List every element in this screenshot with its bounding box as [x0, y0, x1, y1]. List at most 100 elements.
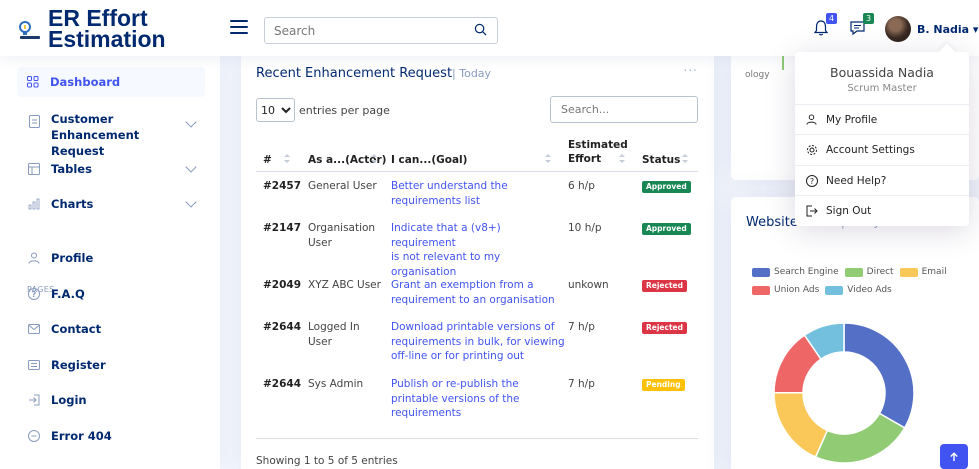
- profile-role: Scrum Master: [847, 83, 917, 94]
- column-header-goal[interactable]: I can...(Goal): [391, 153, 467, 167]
- goal-line: requirements: [391, 407, 462, 419]
- request-id: #2457: [263, 180, 302, 192]
- sort-icon[interactable]: [619, 154, 625, 164]
- sort-icon[interactable]: [545, 154, 551, 164]
- svg-text:?: ?: [809, 177, 813, 186]
- request-id: #2049: [263, 279, 302, 291]
- card-list-icon: [27, 358, 41, 372]
- partial-label: ology: [745, 70, 770, 80]
- sidebar-item-login[interactable]: Login: [27, 393, 205, 407]
- logo[interactable]: ER Effort Estimation: [16, 7, 166, 52]
- dropdown-item-label: Account Settings: [826, 143, 915, 156]
- goal-line: Better understand the: [391, 180, 508, 192]
- sort-icon[interactable]: [284, 154, 290, 164]
- status-badge: Pending: [642, 379, 685, 391]
- sidebar-item-tables[interactable]: Tables: [27, 161, 205, 176]
- search-icon[interactable]: [474, 23, 487, 36]
- donut-slice-direct[interactable]: [814, 412, 906, 464]
- actor-line: Sys Admin: [308, 378, 364, 390]
- need-help-link[interactable]: ? Need Help?: [805, 174, 965, 187]
- goal-line: Grant an exemption from a: [391, 279, 534, 291]
- website-traffic-card: Website Traffic| Today Search EngineDire…: [731, 197, 979, 469]
- request-actor: Organisation User: [308, 221, 383, 250]
- sidebar-item-error-404[interactable]: Error 404: [27, 429, 205, 443]
- sidebar-item-contact[interactable]: Contact: [27, 322, 205, 336]
- request-goal-link[interactable]: Better understand the requirements list: [391, 179, 566, 208]
- sidebar-item-profile[interactable]: Profile: [27, 251, 205, 265]
- sidebar-item-charts[interactable]: Charts: [27, 196, 205, 211]
- dash-circle-icon: [27, 429, 41, 443]
- donut-slice-search-engine[interactable]: [843, 322, 915, 429]
- notifications-bell-icon[interactable]: 4: [812, 13, 837, 37]
- sidebar-item-faq[interactable]: ? F.A.Q: [27, 287, 205, 301]
- app-title-line2: Estimation: [48, 26, 166, 52]
- sidebar-item-label: Dashboard: [50, 75, 121, 89]
- header: ER Effort Estimation 4 3 B. Nadia ▾: [0, 0, 979, 56]
- goal-line: printable versions of the: [391, 392, 520, 405]
- search-input[interactable]: [265, 18, 465, 43]
- status-badge: Approved: [642, 181, 691, 193]
- request-effort: 6 h/p: [568, 180, 595, 192]
- svg-text:?: ?: [32, 290, 37, 299]
- sidebar-item-label: Charts: [51, 197, 94, 211]
- table-search-input[interactable]: [550, 96, 698, 123]
- person-icon: [27, 251, 41, 265]
- account-settings-link[interactable]: Account Settings: [805, 143, 965, 156]
- app-title: ER Effort Estimation: [48, 7, 166, 52]
- messages-chat-icon[interactable]: 3: [849, 13, 874, 37]
- user-menu-toggle[interactable]: B. Nadia ▾: [917, 23, 978, 36]
- request-effort: 7 h/p: [568, 321, 595, 333]
- legend-label: Union Ads: [774, 285, 820, 295]
- sidebar-item-customer-enhancement-request[interactable]: Customer Enhancement Request: [27, 111, 205, 159]
- dropdown-divider: [795, 195, 969, 196]
- donut-slice-email[interactable]: [773, 391, 829, 458]
- actor-line: User: [308, 236, 332, 249]
- sidebar-item-register[interactable]: Register: [27, 358, 205, 372]
- legend-item[interactable]: Direct: [844, 265, 894, 280]
- goal-line: requirement to an organisation: [391, 293, 555, 306]
- box-arrow-in-right-icon: [27, 393, 41, 407]
- goal-line: Indicate that a (v8+) requirement: [391, 222, 501, 249]
- column-header-status[interactable]: Status: [642, 153, 680, 167]
- legend-item[interactable]: Video Ads: [825, 283, 892, 298]
- request-goal-link[interactable]: Indicate that a (v8+) requirement is not …: [391, 221, 566, 279]
- back-to-top-button[interactable]: [940, 444, 968, 469]
- sidebar-item-label: Error 404: [51, 429, 112, 443]
- request-goal-link[interactable]: Grant an exemption from a requirement to …: [391, 278, 566, 307]
- dropdown-divider: [795, 165, 969, 166]
- search-bar: [264, 17, 498, 44]
- card-subtitle: | Today: [452, 67, 492, 80]
- sort-icon[interactable]: [682, 154, 688, 164]
- sidebar-item-label: Profile: [51, 251, 94, 265]
- legend-item[interactable]: Email: [899, 265, 947, 280]
- menu-toggle-icon[interactable]: [230, 20, 248, 34]
- dropdown-divider: [795, 104, 969, 105]
- legend-swatch: [752, 268, 770, 277]
- dropdown-item-label: My Profile: [826, 113, 878, 126]
- table-header-divider: [256, 171, 698, 172]
- request-goal-link[interactable]: Publish or re-publish the printable versi…: [391, 377, 566, 421]
- legend-item[interactable]: Union Ads: [752, 283, 819, 298]
- entries-per-page-select[interactable]: 10: [256, 98, 295, 122]
- table-info: Showing 1 to 5 of 5 entries: [256, 455, 398, 467]
- legend-swatch: [752, 286, 770, 295]
- profile-name: Bouassida Nadia: [830, 65, 934, 80]
- more-options-icon[interactable]: ...: [684, 60, 698, 74]
- sidebar-item-label-line1: Customer Enhancement: [51, 112, 140, 142]
- sign-out-link[interactable]: Sign Out: [805, 204, 965, 217]
- sort-icon[interactable]: [371, 154, 377, 164]
- my-profile-link[interactable]: My Profile: [805, 113, 965, 126]
- avatar[interactable]: [885, 16, 911, 42]
- request-id: #2147: [263, 222, 302, 234]
- column-header-effort-line2: Effort: [568, 153, 602, 165]
- bar-chart-icon: [27, 197, 41, 211]
- sidebar-item-dashboard[interactable]: Dashboard: [17, 67, 205, 97]
- legend-item[interactable]: Search Engine: [752, 265, 839, 280]
- notifications-badge: 4: [826, 13, 837, 24]
- request-goal-link[interactable]: Download printable versions of requiremen…: [391, 320, 566, 364]
- column-header-id[interactable]: #: [263, 153, 272, 167]
- gear-icon: [805, 143, 818, 156]
- status-badge: Approved: [642, 223, 691, 235]
- request-actor: XYZ ABC User: [308, 278, 388, 293]
- chevron-down-icon: [185, 196, 197, 208]
